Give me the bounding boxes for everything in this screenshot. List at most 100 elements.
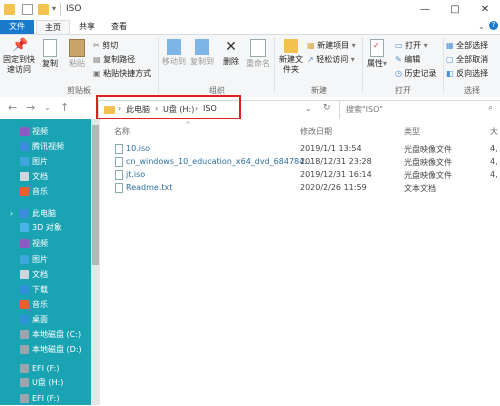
rename-button[interactable]: 重命名	[244, 39, 272, 69]
new-item-button[interactable]: ▦ 新建项目 ▾	[307, 40, 356, 51]
copy-to-button[interactable]: 复制到	[188, 39, 216, 67]
file-name: cn_windows_10_education_x64_dvd_684784..…	[126, 157, 312, 166]
column-header-name[interactable]: 名称	[114, 126, 130, 137]
sidebar-item-icon	[20, 394, 29, 403]
invert-selection-button[interactable]: ◧ 反向选择	[446, 68, 488, 79]
title-bar: ▾ ISO — □ ✕	[0, 0, 500, 20]
sidebar-item[interactable]: 文档	[0, 169, 91, 184]
close-button[interactable]: ✕	[470, 0, 500, 20]
column-header-size[interactable]: 大	[490, 126, 498, 137]
pin-quick-access-button[interactable]: 📌 固定到快速访问	[2, 39, 36, 75]
back-arrow-icon[interactable]: ←	[8, 101, 17, 114]
sidebar-item[interactable]: 腾讯视频	[0, 139, 91, 154]
sidebar-item-icon	[20, 378, 29, 387]
sidebar-item[interactable]: 本地磁盘 (C:)	[0, 327, 91, 342]
file-date: 2020/2/26 11:59	[300, 183, 367, 192]
search-icon[interactable]: ⌕	[488, 103, 493, 113]
expand-ribbon-icon[interactable]: ⌄	[478, 22, 485, 31]
search-input[interactable]: 搜索"ISO" ⌕	[339, 100, 500, 120]
sidebar-item-label: 本地磁盘 (D:)	[32, 345, 82, 354]
file-row[interactable]: cn_windows_10_education_x64_dvd_684784..…	[112, 156, 500, 169]
sidebar-item[interactable]: 本地磁盘 (D:)	[0, 342, 91, 357]
sidebar-item[interactable]: EFI (F:)	[0, 391, 91, 406]
minimize-button[interactable]: —	[410, 0, 440, 20]
file-icon	[115, 157, 123, 167]
new-folder-quick-icon[interactable]	[38, 4, 49, 15]
tab-share[interactable]: 共享	[72, 20, 102, 34]
up-arrow-icon[interactable]: ↑	[60, 101, 69, 114]
sidebar-item[interactable]: 下载	[0, 282, 91, 297]
file-row[interactable]: Readme.txt 2020/2/26 11:59 文本文档	[112, 182, 500, 195]
file-row[interactable]: 10.iso 2019/1/1 13:54 光盘映像文件 4,	[112, 143, 500, 156]
copy-to-icon	[195, 39, 209, 55]
copy-path-icon: ▤	[93, 55, 101, 64]
edit-button[interactable]: ✎ 编辑	[395, 54, 420, 65]
edit-label: 编辑	[404, 55, 421, 64]
cut-button[interactable]: ✂ 剪切	[93, 40, 118, 51]
ribbon-tabs: 文件 主页 共享 查看 ⌄ ?	[0, 20, 500, 34]
select-all-button[interactable]: ▦ 全部选择	[446, 40, 488, 51]
easy-access-button[interactable]: ↗ 轻松访问 ▾	[307, 54, 355, 65]
sidebar-item[interactable]: 文档	[0, 267, 91, 282]
tab-home[interactable]: 主页	[36, 20, 70, 34]
address-dropdown-icon[interactable]: ⌄	[305, 104, 312, 113]
move-to-icon	[167, 39, 181, 55]
sidebar-item[interactable]: 图片	[0, 154, 91, 169]
sidebar-item[interactable]: 图片	[0, 252, 91, 267]
copy-path-button[interactable]: ▤ 复制路径	[93, 54, 135, 65]
sidebar-item-label: 本地磁盘 (C:)	[32, 330, 82, 339]
navigation-pane: 视频 腾讯视频 图片 文档 音乐 › 此电脑 3D 对象 视频 图片 文档 下载 音乐 桌面 本地磁盘 (C…	[0, 119, 91, 405]
sidebar-item[interactable]: EFI (F:)	[0, 361, 91, 376]
search-placeholder: 搜索"ISO"	[346, 105, 384, 114]
sidebar-item[interactable]: 音乐	[0, 297, 91, 312]
file-name: jt.iso	[126, 170, 146, 179]
column-header-type[interactable]: 类型	[404, 126, 420, 137]
refresh-icon[interactable]: ↻	[323, 103, 331, 113]
paste-shortcut-label: 粘贴快捷方式	[103, 69, 152, 78]
tab-file[interactable]: 文件	[0, 20, 34, 34]
copy-button[interactable]: 复制	[38, 39, 62, 69]
quick-access-dropdown-icon[interactable]: ▾	[52, 4, 56, 13]
copy-path-label: 复制路径	[103, 55, 136, 64]
paste-shortcut-button[interactable]: ▣ 粘贴快捷方式	[93, 68, 151, 79]
sidebar-item[interactable]: U盘 (H:)	[0, 375, 91, 390]
expand-chevron-icon[interactable]: ›	[10, 206, 13, 221]
sidebar-item[interactable]: 桌面	[0, 312, 91, 327]
sidebar-item[interactable]: 视频	[0, 124, 91, 139]
sidebar-item[interactable]: 音乐	[0, 184, 91, 199]
group-divider	[158, 37, 159, 93]
new-folder-button[interactable]: 新建文件夹	[276, 39, 306, 75]
sidebar-item-icon	[20, 285, 29, 294]
file-date: 2019/1/1 13:54	[300, 144, 362, 153]
sidebar-scrollbar-thumb[interactable]	[92, 125, 99, 265]
sidebar-item-icon	[20, 127, 29, 136]
maximize-button[interactable]: □	[440, 0, 470, 20]
select-none-label: 全部取消	[456, 55, 489, 64]
file-icon	[115, 183, 123, 193]
paste-icon	[69, 39, 85, 57]
history-button[interactable]: ◷ 历史记录	[395, 68, 437, 79]
select-none-button[interactable]: ▢ 全部取消	[446, 54, 488, 65]
tab-view[interactable]: 查看	[104, 20, 134, 34]
properties-quick-icon[interactable]	[22, 4, 33, 15]
paste-button[interactable]: 粘贴	[64, 39, 90, 69]
recent-dropdown-icon[interactable]: ⌄	[44, 103, 51, 112]
move-to-button[interactable]: 移动到	[160, 39, 188, 67]
forward-arrow-icon[interactable]: →	[26, 101, 35, 114]
invert-selection-icon: ◧	[446, 69, 454, 78]
help-icon[interactable]: ?	[489, 21, 498, 30]
sidebar-item[interactable]: 3D 对象	[0, 220, 91, 235]
copy-label: 复制	[42, 59, 58, 68]
sidebar-item-label: 图片	[32, 157, 48, 166]
file-row[interactable]: jt.iso 2019/12/31 16:14 光盘映像文件 4,	[112, 169, 500, 182]
open-button[interactable]: ▭ 打开 ▾	[395, 40, 428, 51]
new-item-icon: ▦	[307, 41, 315, 50]
pin-label: 固定到快速访问	[3, 55, 35, 74]
properties-button[interactable]: ✓ 属性▾	[364, 39, 390, 69]
sidebar-item[interactable]: 视频	[0, 236, 91, 251]
sidebar-item[interactable]: › 此电脑	[0, 206, 91, 221]
column-header-date[interactable]: 修改日期	[300, 126, 332, 137]
sidebar-item-icon	[19, 209, 28, 218]
delete-button[interactable]: ✕ 删除	[218, 39, 244, 67]
delete-label: 删除	[223, 57, 239, 66]
